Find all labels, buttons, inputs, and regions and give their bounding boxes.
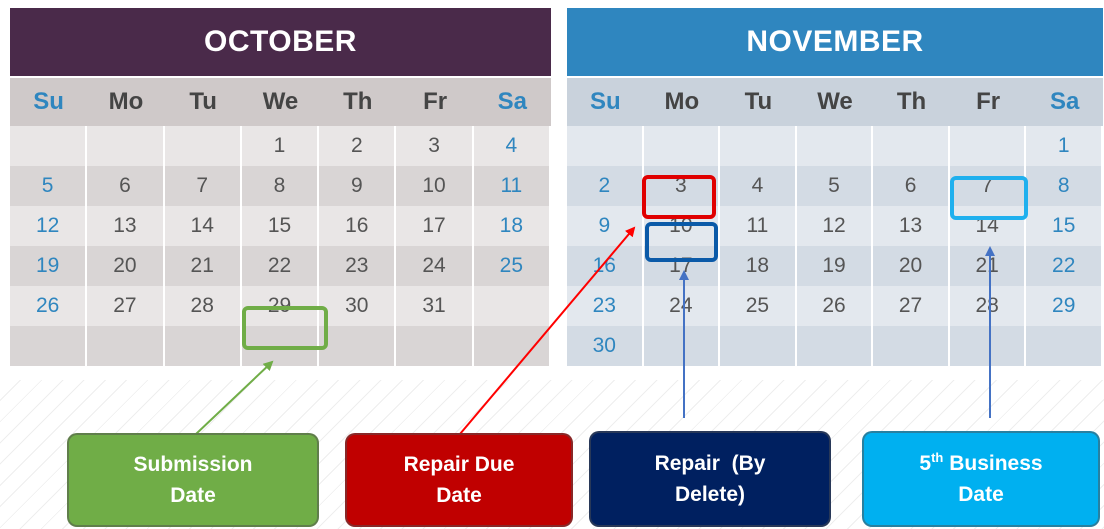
business-sup: th — [931, 449, 944, 465]
repair-by-delete-line1: Repair (By — [654, 451, 766, 475]
repair-by-delete-label: Repair (By Delete) — [589, 431, 831, 527]
repair-due-line1: Repair Due — [403, 452, 515, 476]
business-line1: 5th Business — [919, 448, 1042, 480]
fifth-business-date-label: 5th Business Date — [862, 431, 1100, 527]
submission-line2: Date — [170, 484, 216, 507]
business-prefix: 5 — [919, 451, 932, 475]
repair-due-arrow — [459, 226, 636, 435]
submission-date-label: Submission Date — [67, 433, 319, 527]
repair-due-line2: Date — [436, 484, 482, 507]
submission-line1: Submission — [133, 452, 253, 476]
business-suffix: Business — [943, 451, 1043, 475]
repair-due-date-label: Repair Due Date — [345, 433, 573, 527]
repair-by-delete-line2: Delete) — [674, 483, 746, 506]
business-line2: Date — [958, 483, 1004, 506]
submission-arrow — [195, 360, 274, 435]
